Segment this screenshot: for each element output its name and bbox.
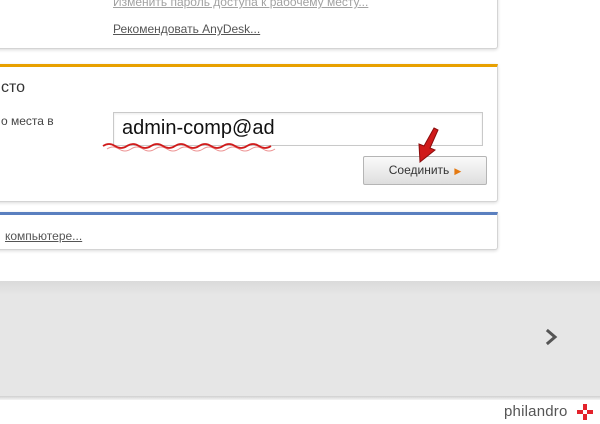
red-underline-annotation <box>102 143 276 152</box>
triangle-right-icon: ▶ <box>454 166 462 176</box>
connect-panel-description: о места в <box>1 114 54 128</box>
content-carousel-band <box>0 281 600 398</box>
connect-panel-title: сто <box>1 79 26 96</box>
remote-address-value: admin-comp@ad <box>122 117 275 139</box>
chevron-right-icon[interactable] <box>544 326 560 348</box>
remote-computer-link[interactable]: компьютере... <box>5 229 82 243</box>
account-actions-card: Изменить пароль доступа к рабочему месту… <box>0 0 498 49</box>
change-password-link[interactable]: Изменить пароль доступа к рабочему месту… <box>113 0 368 9</box>
footer: philandro <box>0 400 600 424</box>
recommend-anydesk-link[interactable]: Рекомендовать AnyDesk... <box>113 22 260 36</box>
remote-computer-card: компьютере... <box>0 212 498 250</box>
philandro-logo-icon <box>577 404 593 420</box>
philandro-logo-text: philandro <box>504 403 568 420</box>
red-arrow-icon <box>418 127 439 163</box>
